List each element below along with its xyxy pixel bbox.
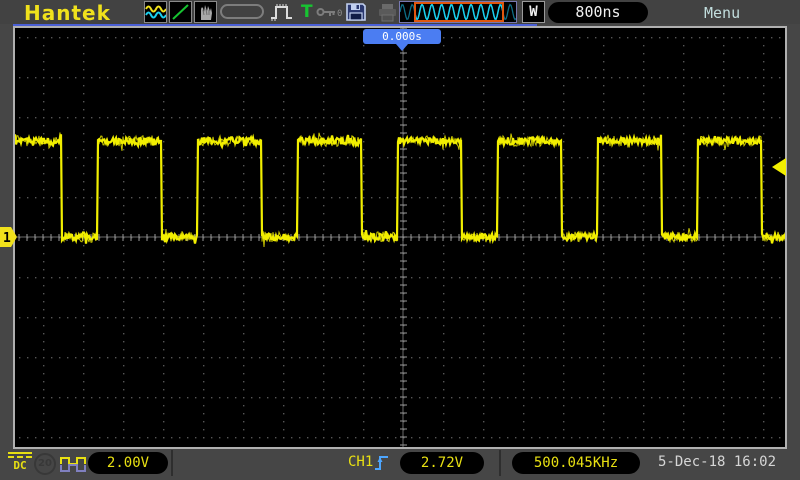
channel-waves-icon — [145, 5, 167, 19]
bandwidth-limit-icon: 20 — [34, 453, 56, 475]
record-view-slider[interactable] — [399, 1, 517, 23]
key-badge-number: 0 — [337, 9, 342, 19]
top-toolbar: Hantek T 0 W 800ns Menu — [0, 0, 800, 25]
pulse-trigger-icon[interactable] — [269, 2, 295, 23]
coupling-label: DC — [13, 459, 27, 472]
channel1-ground-marker[interactable]: 1 — [0, 227, 18, 247]
key-lock-icon: 0 — [316, 8, 342, 19]
trigger-position-marker[interactable]: 0.000s — [363, 29, 441, 44]
coupling-dc-icon: DC — [8, 452, 32, 472]
window-mode-button[interactable]: W — [522, 1, 545, 23]
ch1-volts-div-readout: 2.00V — [88, 452, 168, 474]
statusbar-divider — [499, 450, 501, 476]
brand-logo: Hantek — [24, 1, 111, 25]
save-floppy-icon[interactable] — [344, 1, 368, 23]
oscilloscope-screen: Hantek T 0 W 800ns Menu 0.000s 1 DC 20 2… — [0, 0, 800, 480]
channel1-marker-label: 1 — [3, 231, 11, 246]
line-display-button[interactable] — [169, 1, 192, 23]
line-icon — [172, 4, 189, 20]
empty-indicator-pill — [220, 4, 264, 19]
channel-waves-button[interactable] — [144, 1, 167, 23]
trigger-source-label: CH1 — [348, 454, 374, 470]
status-bar: DC 20 2.00V CH1 2.72V 500.045KHz 5-Dec-1… — [0, 449, 800, 480]
trigger-level-readout: 2.72V — [400, 452, 484, 474]
timebase-readout: 800ns — [548, 2, 648, 23]
menu-button[interactable]: Menu — [704, 4, 740, 22]
hand-pan-button[interactable] — [194, 1, 217, 23]
waveform-display — [13, 26, 787, 449]
print-icon — [379, 4, 396, 22]
record-view-canvas — [399, 2, 517, 22]
datetime-readout: 5-Dec-18 16:02 — [658, 454, 777, 470]
trigger-position-pointer — [396, 44, 408, 51]
trigger-status-indicator: T — [301, 2, 313, 22]
scope-canvas — [15, 28, 785, 447]
frequency-counter-readout: 500.045KHz — [512, 452, 640, 474]
rising-edge-icon — [375, 456, 388, 470]
pulse-polarity-icon — [60, 457, 86, 472]
hand-icon — [201, 5, 212, 20]
trigger-level-arrow[interactable] — [770, 158, 787, 176]
statusbar-divider — [171, 450, 173, 476]
